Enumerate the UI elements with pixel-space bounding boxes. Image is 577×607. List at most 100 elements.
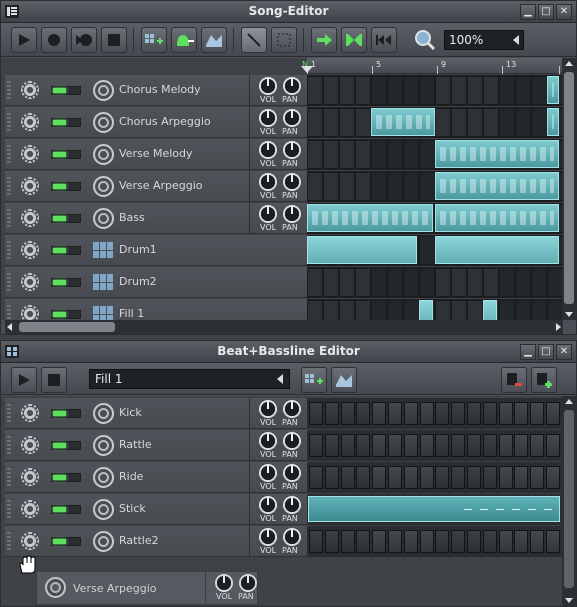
instrument-ring-icon[interactable] — [93, 144, 114, 165]
step-button[interactable] — [403, 530, 418, 553]
play-button[interactable] — [11, 27, 37, 53]
step-button[interactable] — [498, 402, 513, 425]
step-button[interactable] — [309, 434, 323, 457]
pattern-clip[interactable] — [547, 76, 559, 104]
step-button[interactable] — [546, 434, 560, 457]
mute-toggle[interactable] — [51, 118, 81, 127]
step-button[interactable] — [419, 530, 434, 553]
add-bb-track-button[interactable] — [141, 27, 167, 53]
gear-icon[interactable] — [21, 468, 39, 486]
bb-add-bb-track-button[interactable] — [301, 367, 327, 393]
drag-grip-icon[interactable] — [7, 305, 11, 320]
vol-knob-icon[interactable] — [259, 141, 277, 159]
bb_editor-track-row[interactable]: Rattle2 VOL PAN — [5, 526, 307, 557]
step-button[interactable] — [340, 466, 355, 489]
pan-knob-icon[interactable] — [283, 173, 301, 191]
vol-knob-icon[interactable] — [259, 496, 277, 514]
step-button[interactable] — [530, 402, 545, 425]
gear-icon[interactable] — [21, 177, 39, 195]
draw-mode-button[interactable] — [241, 27, 267, 53]
pattern-clip[interactable] — [435, 140, 559, 168]
step-button[interactable] — [435, 434, 450, 457]
step-button[interactable] — [309, 466, 323, 489]
drag-grip-icon[interactable] — [7, 81, 11, 99]
drag-grip-icon[interactable] — [7, 404, 11, 422]
bb-pattern-select[interactable]: Fill 1 — [89, 369, 290, 389]
step-button[interactable] — [514, 402, 529, 425]
drag-grip-icon[interactable] — [7, 145, 11, 163]
bb_editor-track-row[interactable]: Stick VOL PAN — [5, 494, 307, 525]
bb-vertical-scrollbar[interactable] — [562, 396, 576, 606]
pattern-clip[interactable] — [419, 300, 433, 320]
step-button[interactable] — [498, 466, 513, 489]
song_editor-track-row[interactable]: Bass VOL PAN — [5, 203, 307, 234]
song-track-lane[interactable] — [307, 267, 563, 298]
song_editor-track-row[interactable]: Verse Melody VOL PAN — [5, 139, 307, 170]
stop-button[interactable] — [101, 27, 127, 53]
song-track-lane[interactable] — [307, 203, 563, 234]
song-track-lane[interactable] — [307, 171, 563, 202]
pan-knob-icon[interactable] — [283, 496, 301, 514]
mute-toggle[interactable] — [51, 86, 81, 95]
step-button[interactable] — [388, 530, 402, 553]
maximize-icon[interactable]: □ — [538, 4, 554, 20]
remove-steps-button[interactable] — [501, 367, 527, 393]
gear-icon[interactable] — [21, 113, 39, 131]
gear-icon[interactable] — [21, 209, 39, 227]
vol-knob-icon[interactable] — [259, 400, 277, 418]
step-button[interactable] — [324, 466, 339, 489]
step-button[interactable] — [309, 530, 323, 553]
bb-step-lane[interactable] — [307, 398, 562, 429]
instrument-ring-icon[interactable] — [93, 499, 114, 520]
song-track-lane[interactable] — [307, 299, 563, 320]
step-button[interactable] — [340, 434, 355, 457]
step-button[interactable] — [324, 402, 339, 425]
song_editor-track-row[interactable]: Chorus Melody VOL PAN — [5, 75, 307, 106]
vol-knob-icon[interactable] — [259, 528, 277, 546]
step-button[interactable] — [467, 434, 481, 457]
step-button[interactable] — [372, 402, 387, 425]
mute-toggle[interactable] — [51, 182, 81, 191]
song-track-lane[interactable] — [307, 139, 563, 170]
gear-icon[interactable] — [21, 273, 39, 291]
mute-toggle[interactable] — [51, 409, 81, 418]
step-button[interactable] — [419, 434, 434, 457]
pattern-clip[interactable] — [307, 204, 433, 232]
scroll-down-icon[interactable] — [565, 312, 573, 317]
step-button[interactable] — [530, 530, 545, 553]
pattern-clip[interactable] — [435, 172, 559, 200]
step-button[interactable] — [467, 530, 481, 553]
minimize-icon[interactable]: ▁ — [520, 4, 536, 20]
minimize-icon[interactable]: ▁ — [520, 344, 536, 360]
step-button[interactable] — [372, 530, 387, 553]
step-button[interactable] — [514, 530, 529, 553]
bb-step-lane[interactable] — [307, 462, 562, 493]
gear-icon[interactable] — [21, 532, 39, 550]
instrument-ring-icon[interactable] — [93, 80, 114, 101]
step-button[interactable] — [467, 402, 481, 425]
mute-toggle[interactable] — [51, 505, 81, 514]
playhead-marker-icon[interactable]: N — [301, 59, 315, 73]
drag-grip-icon[interactable] — [7, 500, 11, 518]
instrument-ring-icon[interactable] — [93, 112, 114, 133]
step-button[interactable] — [451, 530, 466, 553]
step-button[interactable] — [546, 402, 560, 425]
song_editor-track-row[interactable]: Verse Arpeggio VOL PAN — [5, 171, 307, 202]
step-button[interactable] — [403, 402, 418, 425]
song-track-lane[interactable] — [307, 107, 563, 138]
zoom-select[interactable]: 100% — [444, 30, 524, 50]
pan-knob-icon[interactable] — [283, 528, 301, 546]
step-button[interactable] — [514, 434, 529, 457]
drag-grip-icon[interactable] — [7, 436, 11, 454]
add-sample-track-button[interactable] — [171, 27, 197, 53]
step-button[interactable] — [482, 434, 497, 457]
loop-points-icon[interactable] — [341, 27, 367, 53]
mute-toggle[interactable] — [51, 310, 81, 319]
step-button[interactable] — [324, 530, 339, 553]
vol-knob-icon[interactable] — [259, 77, 277, 95]
pattern-clip[interactable] — [483, 300, 497, 320]
step-button[interactable] — [388, 402, 402, 425]
bb_editor-track-row[interactable]: Rattle VOL PAN — [5, 430, 307, 461]
song-track-lane[interactable] — [307, 75, 563, 106]
drag-grip-icon[interactable] — [7, 532, 11, 550]
